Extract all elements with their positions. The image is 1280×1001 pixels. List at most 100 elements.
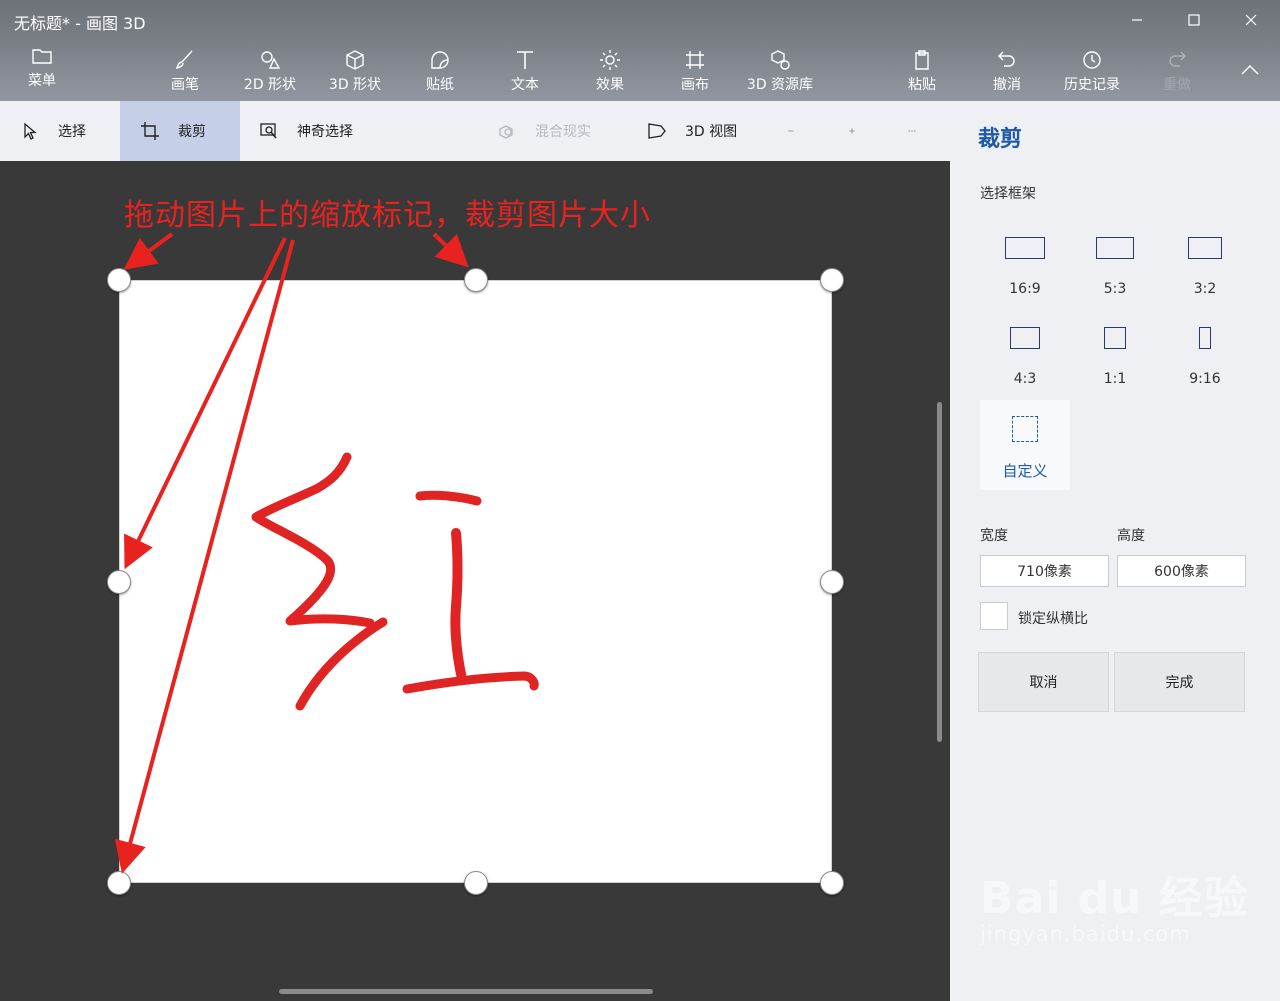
maximize-button[interactable]	[1174, 6, 1214, 34]
maximize-icon	[1188, 14, 1200, 26]
ratio-1-1-shape	[1104, 327, 1126, 349]
shapes-2d-icon	[261, 51, 281, 69]
brushes-button[interactable]: 画笔	[145, 48, 225, 96]
crop-icon	[141, 122, 159, 140]
brushes-label: 画笔	[171, 77, 199, 93]
height-label: 高度	[1117, 528, 1145, 544]
menu-label: 菜单	[28, 73, 56, 89]
shapes-3d-button[interactable]: 3D 形状	[315, 48, 395, 96]
zoom-out-button[interactable]	[788, 101, 812, 161]
redo-icon	[1169, 51, 1186, 67]
width-field[interactable]: 710像素	[980, 555, 1109, 587]
magic-select-icon	[260, 123, 277, 139]
undo-icon	[998, 51, 1015, 67]
sticker-icon	[431, 51, 449, 69]
ratio-4-3-shape	[1010, 327, 1040, 349]
image-canvas[interactable]	[119, 280, 832, 883]
handwritten-drawing	[251, 452, 539, 711]
lock-aspect-checkbox[interactable]	[980, 602, 1008, 630]
done-button[interactable]: 完成	[1114, 652, 1245, 712]
ratio-9-16-label: 9:16	[1189, 371, 1221, 387]
panel-title: 裁剪	[978, 127, 1023, 152]
ratio-5-3[interactable]: 5:3	[1070, 221, 1160, 311]
ratio-custom[interactable]: 自定义	[980, 400, 1070, 490]
redo-label: 重做	[1163, 77, 1191, 93]
width-label: 宽度	[980, 528, 1008, 544]
paste-button[interactable]: 粘贴	[882, 48, 962, 96]
text-button[interactable]: 文本	[485, 48, 565, 96]
magic-select-tool[interactable]: 神奇选择	[259, 101, 399, 161]
menu-button[interactable]: 菜单	[2, 44, 82, 92]
history-button[interactable]: 历史记录	[1052, 48, 1132, 96]
resize-handle-top-right[interactable]	[820, 268, 844, 292]
mixed-reality-tool[interactable]: 混合现实	[497, 101, 617, 161]
watermark-brand: Bai du 经验	[980, 873, 1249, 924]
view-3d-tool[interactable]: 3D 视图	[647, 101, 757, 161]
shapes-2d-button[interactable]: 2D 形状	[230, 48, 310, 96]
horizontal-scrollbar[interactable]	[279, 989, 653, 994]
resize-handle-bottom-right[interactable]	[820, 871, 844, 895]
ratio-3-2[interactable]: 3:2	[1160, 221, 1250, 311]
canvas-button[interactable]: 画布	[655, 48, 735, 96]
watermark: Bai du 经验 jingyan.baidu.com	[980, 862, 1249, 946]
title-ribbon-bar: 无标题* - 画图 3D 菜单 画笔 2D 形状 3D 形状 贴纸 文本 效果 …	[0, 0, 1280, 101]
effects-button[interactable]: 效果	[570, 48, 650, 96]
stickers-label: 贴纸	[426, 77, 454, 93]
ratio-4-3-label: 4:3	[1013, 371, 1037, 387]
ratio-16-9-shape	[1005, 237, 1045, 259]
collapse-ribbon-button[interactable]	[1230, 56, 1270, 84]
resize-handle-bottom[interactable]	[464, 871, 488, 895]
crop-tool[interactable]: 裁剪	[120, 101, 240, 161]
magic-select-label: 神奇选择	[297, 124, 353, 140]
cursor-icon	[24, 122, 37, 140]
text-icon	[517, 51, 533, 69]
zoom-in-button[interactable]	[849, 101, 873, 161]
text-label: 文本	[511, 77, 539, 93]
ratio-16-9[interactable]: 16:9	[980, 221, 1070, 311]
resize-handle-right[interactable]	[820, 570, 844, 594]
ratio-9-16[interactable]: 9:16	[1160, 311, 1250, 401]
height-field[interactable]: 600像素	[1117, 555, 1246, 587]
close-icon	[1245, 14, 1257, 26]
clipboard-icon	[915, 50, 929, 70]
ratio-9-16-shape	[1199, 327, 1211, 349]
resize-handle-top-left[interactable]	[107, 268, 131, 292]
mixed-reality-label: 混合现实	[535, 124, 591, 140]
paste-label: 粘贴	[908, 77, 936, 93]
lock-aspect-label: 锁定纵横比	[1018, 611, 1088, 627]
resize-handle-top[interactable]	[464, 268, 488, 292]
cancel-button[interactable]: 取消	[978, 652, 1109, 712]
shapes-2d-label: 2D 形状	[243, 77, 297, 93]
crop-label: 裁剪	[178, 124, 206, 140]
ratio-custom-label: 自定义	[1002, 462, 1048, 480]
stickers-button[interactable]: 贴纸	[400, 48, 480, 96]
select-tool[interactable]: 选择	[20, 101, 110, 161]
more-button[interactable]	[908, 101, 934, 161]
cube-icon	[346, 50, 364, 70]
crop-toolbar: 选择 裁剪 神奇选择 混合现实 3D 视图	[0, 101, 950, 161]
frame-label: 选择框架	[980, 186, 1036, 202]
canvas-icon	[686, 51, 704, 69]
annotation-text: 拖动图片上的缩放标记，裁剪图片大小	[124, 198, 651, 233]
library-3d-icon	[771, 50, 790, 70]
minimize-icon	[1132, 19, 1142, 21]
ratio-4-3[interactable]: 4:3	[980, 311, 1070, 401]
redo-button[interactable]: 重做	[1137, 48, 1217, 96]
plus-icon	[849, 128, 855, 134]
more-dots-icon	[908, 130, 916, 132]
ratio-16-9-label: 16:9	[1009, 281, 1041, 297]
ratio-5-3-label: 5:3	[1103, 281, 1127, 297]
vertical-scrollbar[interactable]	[937, 402, 942, 742]
library-3d-label: 3D 资源库	[746, 77, 814, 93]
resize-handle-bottom-left[interactable]	[107, 871, 131, 895]
ratio-3-2-label: 3:2	[1193, 281, 1217, 297]
ratio-1-1[interactable]: 1:1	[1070, 311, 1160, 401]
undo-button[interactable]: 撤消	[967, 48, 1047, 96]
library-3d-button[interactable]: 3D 资源库	[740, 48, 820, 96]
folder-icon	[32, 49, 52, 64]
resize-handle-left[interactable]	[107, 570, 131, 594]
minimize-button[interactable]	[1117, 6, 1157, 34]
close-button[interactable]	[1231, 6, 1271, 34]
undo-label: 撤消	[993, 77, 1021, 93]
chevron-up-icon	[1241, 65, 1259, 75]
